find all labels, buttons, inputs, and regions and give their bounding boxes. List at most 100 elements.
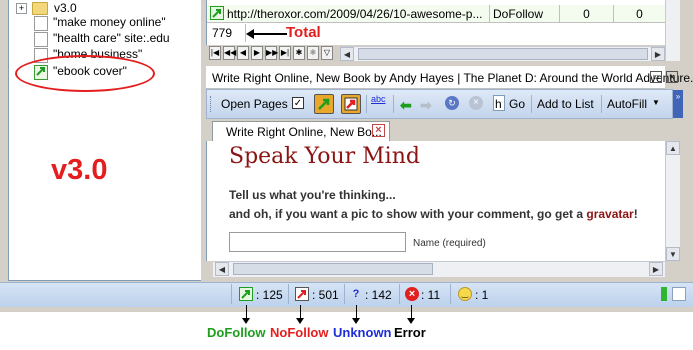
open-pages-label: Open Pages xyxy=(221,97,288,111)
nofollow-icon xyxy=(295,287,309,301)
smiley-count: : 1 xyxy=(475,288,489,302)
name-label: Name (required) xyxy=(413,238,486,249)
toolbar-overflow-icon[interactable]: » xyxy=(673,90,683,118)
dofollow-icon xyxy=(210,6,224,20)
legend-unknown: Unknown xyxy=(333,325,392,340)
smiley-icon: ‿ xyxy=(458,287,472,301)
unknown-icon: ? xyxy=(352,288,360,300)
callout-line xyxy=(411,305,412,318)
callout-line xyxy=(300,305,301,318)
callout-arrowhead xyxy=(407,318,415,324)
status-separator xyxy=(344,284,345,304)
dofollow-count: : 125 xyxy=(256,288,283,302)
back-icon[interactable]: ⬅ xyxy=(400,97,412,114)
add-to-list-button[interactable]: Add to List xyxy=(537,95,594,113)
status-separator xyxy=(231,284,232,304)
web-text: ! xyxy=(633,207,638,221)
scroll-right-arrow[interactable]: ▶ xyxy=(651,47,665,61)
error-icon: × xyxy=(405,287,419,301)
first-record-button[interactable]: |◀ xyxy=(209,46,221,60)
filter-icon[interactable]: ▽ xyxy=(321,46,333,60)
web-text-line: Tell us what you're thinking... xyxy=(229,188,396,202)
insert-record-button[interactable]: ✱ xyxy=(293,46,305,60)
query-icon xyxy=(34,32,48,47)
tab-label: Write Right Online, New Bo... xyxy=(226,125,382,139)
callout-arrowhead xyxy=(296,318,304,324)
nofollow-toggle-button[interactable] xyxy=(341,94,361,114)
name-field[interactable] xyxy=(229,232,406,252)
spellcheck-icon[interactable]: abc xyxy=(371,94,386,104)
go-button[interactable]: Go xyxy=(509,95,525,113)
scroll-right-arrow[interactable]: ▶ xyxy=(649,262,663,276)
close-pane-icon[interactable]: × xyxy=(666,71,678,83)
dofollow-icon xyxy=(239,287,253,301)
type-cell: DoFollow xyxy=(490,5,560,23)
callout-line xyxy=(356,305,357,318)
tree-item-label: "make money online" xyxy=(53,15,166,29)
status-separator xyxy=(450,284,451,304)
web-heading: Speak Your Mind xyxy=(229,144,420,169)
grid-vscrollbar[interactable] xyxy=(665,0,680,61)
error-count: : 11 xyxy=(421,288,441,302)
status-bar xyxy=(0,282,693,307)
gravatar-link[interactable]: gravatar xyxy=(586,207,633,221)
grid-navigator: |◀ ◀◀ ◀ ▶ ▶▶ ▶| ✱ ✱ ▽ ◀ ▶ xyxy=(206,45,665,61)
web-vscrollbar[interactable]: ▲ ▼ xyxy=(665,141,680,261)
close-tab-icon[interactable]: × xyxy=(372,124,385,137)
legend-dofollow: DoFollow xyxy=(207,325,266,340)
next-page-button[interactable]: ▶▶ xyxy=(265,46,278,60)
chevron-down-icon[interactable]: ▼ xyxy=(652,98,660,107)
total-count: 779 xyxy=(209,24,246,42)
toolbar-separator xyxy=(393,95,394,113)
total-annotation: Total xyxy=(286,24,321,41)
url-text: http://theroxor.com/2009/04/26/10-awesom… xyxy=(227,7,483,21)
total-arrow xyxy=(246,29,287,39)
callout-arrowhead xyxy=(352,318,360,324)
web-text: and oh, if you want a pic to show with y… xyxy=(229,207,587,221)
status-separator xyxy=(288,284,289,304)
stop-icon[interactable]: × xyxy=(469,96,483,110)
status-separator xyxy=(399,284,400,304)
prev-page-button[interactable]: ◀◀ xyxy=(223,46,236,60)
highlight-circle xyxy=(15,55,155,92)
scroll-left-arrow[interactable]: ◀ xyxy=(215,262,229,276)
unknown-count: : 142 xyxy=(365,288,392,302)
restore-icon[interactable]: ▭ xyxy=(650,71,662,83)
toolbar-separator xyxy=(366,95,367,113)
grid-hscrollbar[interactable]: ◀ ▶ xyxy=(340,46,665,61)
callout-line xyxy=(246,305,247,318)
forward-icon[interactable]: ➡ xyxy=(420,97,432,114)
scroll-down-arrow[interactable]: ▼ xyxy=(666,247,680,261)
prev-record-button[interactable]: ◀ xyxy=(237,46,249,60)
url-cell[interactable]: http://theroxor.com/2009/04/26/10-awesom… xyxy=(207,5,490,23)
web-text-line: and oh, if you want a pic to show with y… xyxy=(229,207,638,221)
dofollow-toggle-button[interactable] xyxy=(314,94,334,114)
autofill-button[interactable]: AutoFill xyxy=(607,95,647,113)
page-title: Write Right Online, New Book by Andy Hay… xyxy=(212,71,693,85)
last-record-button[interactable]: ▶| xyxy=(279,46,291,60)
expand-icon[interactable]: + xyxy=(16,3,27,14)
scroll-left-arrow[interactable]: ◀ xyxy=(340,47,354,61)
open-pages-checkbox[interactable]: ✓ xyxy=(292,97,304,109)
scroll-thumb[interactable] xyxy=(233,263,433,275)
scroll-thumb[interactable] xyxy=(358,48,648,60)
progress-indicator xyxy=(661,287,667,301)
reload-icon[interactable]: ↻ xyxy=(445,96,459,110)
status-panel-icon xyxy=(672,287,686,301)
callout-arrowhead xyxy=(242,318,250,324)
folder-icon xyxy=(32,2,48,15)
web-hscrollbar[interactable]: ◀ ▶ xyxy=(213,261,665,277)
scroll-up-arrow[interactable]: ▲ xyxy=(666,141,680,155)
toolbar-grip[interactable] xyxy=(210,96,214,112)
post-record-button[interactable]: ✱ xyxy=(307,46,319,60)
address-input[interactable]: h xyxy=(493,95,505,111)
query-icon xyxy=(34,16,48,31)
toolbar-separator xyxy=(531,95,532,113)
nofollow-count: : 501 xyxy=(312,288,339,302)
version-annotation: v3.0 xyxy=(51,154,108,186)
tree-item-label: "health care" site:.edu xyxy=(53,31,170,45)
value-cell: 0 xyxy=(560,5,614,23)
toolbar-separator xyxy=(601,95,602,113)
next-record-button[interactable]: ▶ xyxy=(251,46,263,60)
legend-nofollow: NoFollow xyxy=(270,325,329,340)
